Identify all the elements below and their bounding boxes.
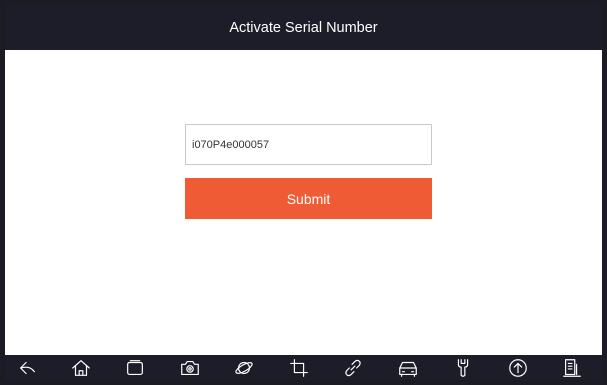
report-icon[interactable]	[560, 356, 584, 380]
back-icon[interactable]	[15, 356, 39, 380]
page-title: Activate Serial Number	[229, 19, 378, 36]
serial-number-input[interactable]	[185, 124, 432, 165]
recent-apps-icon[interactable]	[123, 356, 147, 380]
title-bar: Activate Serial Number	[5, 5, 602, 50]
screen: Activate Serial Number Submit	[5, 5, 602, 380]
home-icon[interactable]	[69, 356, 93, 380]
browser-icon[interactable]	[232, 356, 256, 380]
upload-icon[interactable]	[506, 356, 530, 380]
link-icon[interactable]	[341, 356, 365, 380]
camera-icon[interactable]	[178, 356, 202, 380]
crop-icon[interactable]	[287, 356, 311, 380]
navigation-bar	[5, 355, 602, 380]
wrench-icon[interactable]	[451, 356, 475, 380]
submit-button[interactable]: Submit	[185, 178, 432, 219]
car-icon[interactable]	[396, 356, 420, 380]
